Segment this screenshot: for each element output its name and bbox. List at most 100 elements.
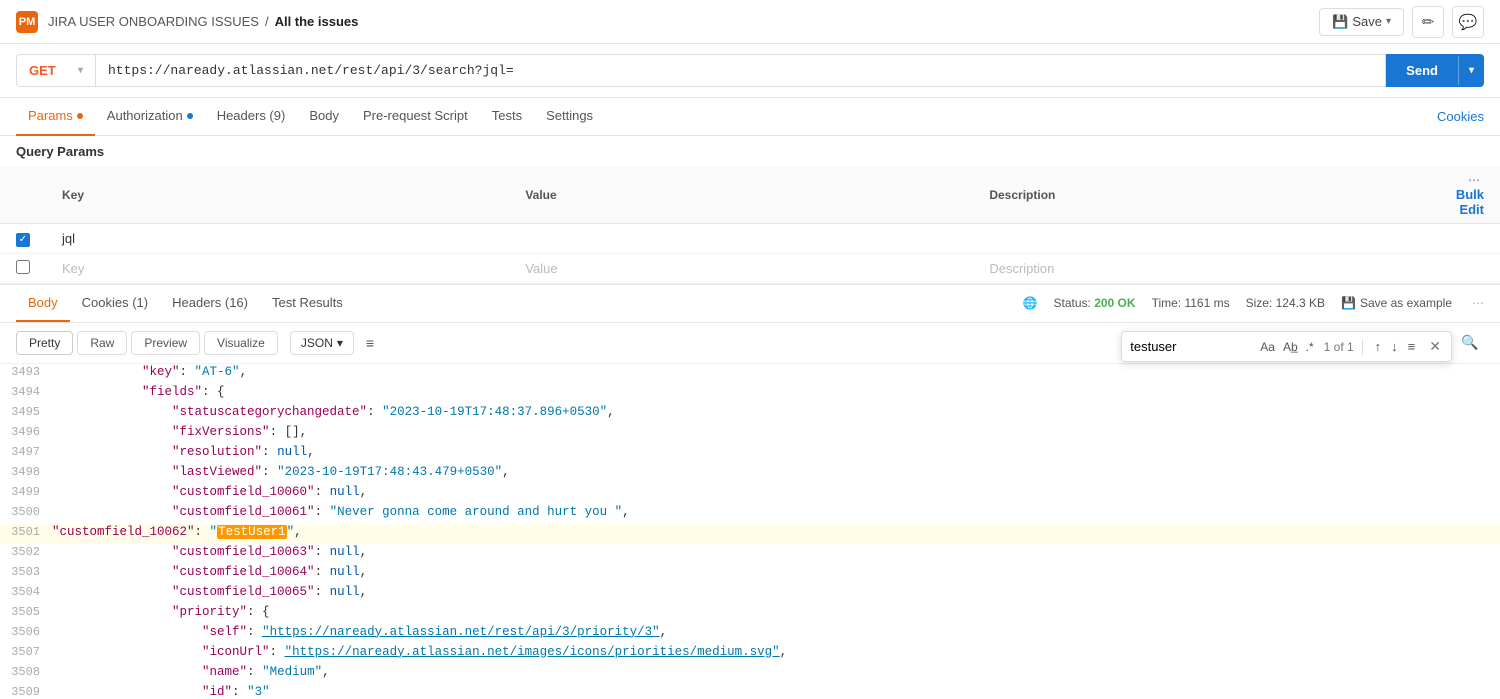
view-visualize-button[interactable]: Visualize [204,331,278,355]
line-number: 3493 [0,364,52,379]
line-content: "statuscategorychangedate": "2023-10-19T… [52,404,1500,420]
line-number: 3505 [0,604,52,619]
col-actions-header: ⋯ Bulk Edit [1440,167,1500,224]
view-preview-button[interactable]: Preview [131,331,200,355]
size-value: 124.3 KB [1276,296,1325,310]
status-code: 200 OK [1094,296,1135,310]
line-content: "customfield_10061": "Never gonna come a… [52,504,1500,520]
line-content: "customfield_10065": null, [52,584,1500,600]
search-next-button[interactable]: ↓ [1387,337,1402,356]
line-content: "customfield_10063": null, [52,544,1500,560]
line-content: "customfield_10060": null, [52,484,1500,500]
line-number: 3506 [0,624,52,639]
table-row: 3502 "customfield_10063": null, [0,544,1500,564]
breadcrumb: JIRA USER ONBOARDING ISSUES / All the is… [48,14,358,29]
method-select[interactable]: GET ▾ [16,54,96,87]
param-value-cell[interactable] [509,224,973,254]
param-checkbox[interactable]: ✓ [16,233,30,247]
table-row: 3503 "customfield_10064": null, [0,564,1500,584]
response-tab-cookies[interactable]: Cookies (1) [70,284,160,322]
tab-tests[interactable]: Tests [480,98,534,136]
time-value: 1161 ms [1184,296,1229,310]
filter-icon[interactable]: ≡ [366,335,374,351]
format-chevron-icon: ▾ [337,336,343,350]
line-number: 3502 [0,544,52,559]
save-example-button[interactable]: 💾 Save as example [1341,296,1452,310]
view-pretty-button[interactable]: Pretty [16,331,73,355]
table-row: 3505 "priority": { [0,604,1500,624]
send-label: Send [1386,54,1458,87]
regex-button[interactable]: .* [1304,338,1316,356]
param-checkbox-cell: ✓ [0,224,46,254]
param-row-empty: Key Value Description [0,253,1500,283]
query-params-section: Query Params Key Value Description ⋯ Bul… [0,136,1500,285]
tab-settings[interactable]: Settings [534,98,605,136]
table-row: 3506 "self": "https://naready.atlassian.… [0,624,1500,644]
edit-button[interactable]: ✏ [1412,6,1444,38]
tab-params-label: Params [28,108,73,123]
response-tab-test-results[interactable]: Test Results [260,284,355,322]
param-empty-actions [1440,253,1500,283]
cookies-link[interactable]: Cookies [1437,109,1484,124]
response-tab-headers[interactable]: Headers (16) [160,284,260,322]
table-row: 3507 "iconUrl": "https://naready.atlassi… [0,644,1500,664]
tab-body[interactable]: Body [297,98,351,136]
param-empty-key[interactable]: Key [46,253,509,283]
match-case-button[interactable]: Aa [1258,338,1277,356]
comment-icon: 💬 [1459,13,1478,31]
param-empty-checkbox[interactable] [16,260,30,274]
search-button[interactable]: 🔍 [1456,329,1484,357]
col-checkbox [0,167,46,224]
breadcrumb-parent[interactable]: JIRA USER ONBOARDING ISSUES [48,14,259,29]
code-area[interactable]: 3493 "key": "AT-6",3494 "fields": {3495 … [0,364,1500,699]
save-button[interactable]: 💾 Save ▾ [1319,8,1404,36]
query-params-header: Query Params [0,136,1500,167]
send-button[interactable]: Send ▾ [1386,54,1484,87]
view-raw-button[interactable]: Raw [77,331,127,355]
tab-authorization[interactable]: Authorization [95,98,205,136]
response-tab-test-results-label: Test Results [272,295,343,310]
search-count: 1 of 1 [1324,340,1354,354]
tab-headers[interactable]: Headers (9) [205,98,298,136]
comment-button[interactable]: 💬 [1452,6,1484,38]
format-select[interactable]: JSON ▾ [290,331,354,355]
response-tab-headers-label: Headers (16) [172,295,248,310]
size-label: Size: 124.3 KB [1246,296,1325,310]
table-row: 3504 "customfield_10065": null, [0,584,1500,604]
line-number: 3499 [0,484,52,499]
response-tab-body[interactable]: Body [16,284,70,322]
url-input[interactable] [96,54,1386,87]
search-menu-button[interactable]: ≡ [1404,337,1420,356]
line-content: "id": "3" [52,684,1500,699]
line-content: "customfield_10064": null, [52,564,1500,580]
params-dot-icon [77,113,83,119]
request-tabs-bar: Params Authorization Headers (9) Body Pr… [0,98,1500,136]
param-empty-desc[interactable]: Description [973,253,1439,283]
more-options-icon[interactable]: ⋯ [1472,296,1484,310]
whole-word-button[interactable]: Ab̲ [1281,338,1300,356]
search-close-button[interactable]: ✕ [1427,336,1443,357]
tab-params[interactable]: Params [16,98,95,136]
bulk-edit-button[interactable]: Bulk Edit [1456,187,1484,217]
url-bar: GET ▾ Send ▾ [0,44,1500,98]
save-label: Save [1352,14,1382,29]
table-row: 3493 "key": "AT-6", [0,364,1500,384]
response-status-bar: 🌐 Status: 200 OK Time: 1161 ms Size: 124… [1023,296,1484,310]
line-number: 3509 [0,684,52,699]
edit-icon: ✏ [1422,13,1435,31]
param-empty-value[interactable]: Value [509,253,973,283]
search-prev-button[interactable]: ↑ [1371,337,1386,356]
param-key-cell[interactable]: jql [46,224,509,254]
table-row: 3498 "lastViewed": "2023-10-19T17:48:43.… [0,464,1500,484]
tab-prerequest[interactable]: Pre-request Script [351,98,480,136]
send-chevron-icon: ▾ [1458,56,1484,85]
line-content: "iconUrl": "https://naready.atlassian.ne… [52,644,1500,660]
save-example-icon: 💾 [1341,296,1356,310]
tab-tests-label: Tests [492,108,522,123]
param-desc-cell[interactable] [973,224,1439,254]
line-content: "name": "Medium", [52,664,1500,680]
status-label: Status: 200 OK [1054,296,1136,310]
col-value-header: Value [509,167,973,224]
top-bar-right: 💾 Save ▾ ✏ 💬 [1319,6,1484,38]
search-input-popup[interactable] [1130,339,1250,354]
